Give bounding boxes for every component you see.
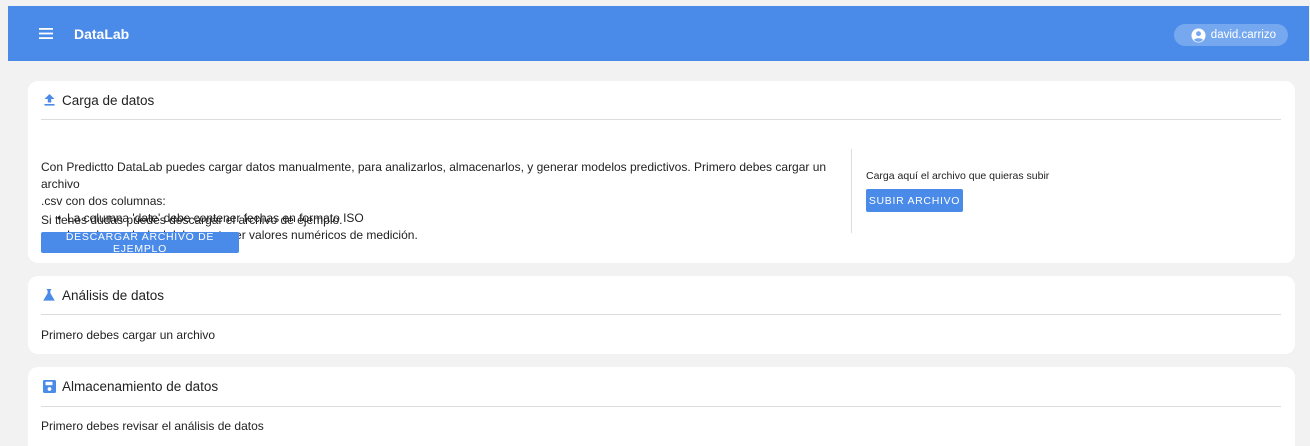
intro-line-2: .csv con dos columnas: bbox=[41, 194, 166, 208]
divider bbox=[41, 406, 1281, 407]
account-circle-icon bbox=[1191, 27, 1206, 43]
upload-card-header: Carga de datos bbox=[28, 81, 1295, 119]
upload-prompt: Carga aquí el archivo que quieras subir bbox=[866, 170, 1050, 182]
download-example-button[interactable]: DESCARGAR ARCHIVO DE EJEMPLO bbox=[41, 231, 239, 255]
analysis-card: Análisis de datos Primero debes cargar u… bbox=[28, 276, 1295, 354]
analysis-message: Primero debes cargar un archivo bbox=[41, 328, 216, 342]
storage-message: Primero debes revisar el análisis de dat… bbox=[41, 419, 264, 433]
upload-card: Carga de datos Con Predictto DataLab pue… bbox=[28, 81, 1295, 263]
analysis-card-title: Análisis de datos bbox=[62, 287, 165, 303]
upload-icon bbox=[42, 93, 56, 107]
divider bbox=[41, 119, 1281, 120]
upload-file-button[interactable]: SUBIR ARCHIVO bbox=[866, 189, 963, 212]
storage-card-header: Almacenamiento de datos bbox=[28, 367, 1295, 405]
upload-card-title: Carga de datos bbox=[62, 92, 155, 108]
user-menu-button[interactable]: david.carrizo bbox=[1173, 24, 1288, 46]
storage-card-title: Almacenamiento de datos bbox=[62, 378, 219, 394]
app-header: DataLab david.carrizo bbox=[8, 6, 1309, 61]
menu-icon[interactable] bbox=[35, 23, 57, 45]
doubts-text: Si tienes dudas puedes descargar el arch… bbox=[41, 213, 343, 227]
storage-card: Almacenamiento de datos Primero debes re… bbox=[28, 367, 1295, 446]
vertical-divider bbox=[851, 149, 852, 233]
intro-line-1: Con Predictto DataLab puedes cargar dato… bbox=[41, 160, 827, 191]
analysis-card-header: Análisis de datos bbox=[28, 276, 1295, 314]
app-title: DataLab bbox=[74, 25, 130, 42]
divider bbox=[41, 314, 1281, 315]
flask-icon bbox=[42, 288, 56, 302]
save-icon bbox=[42, 379, 56, 393]
username-label: david.carrizo bbox=[1210, 29, 1276, 41]
